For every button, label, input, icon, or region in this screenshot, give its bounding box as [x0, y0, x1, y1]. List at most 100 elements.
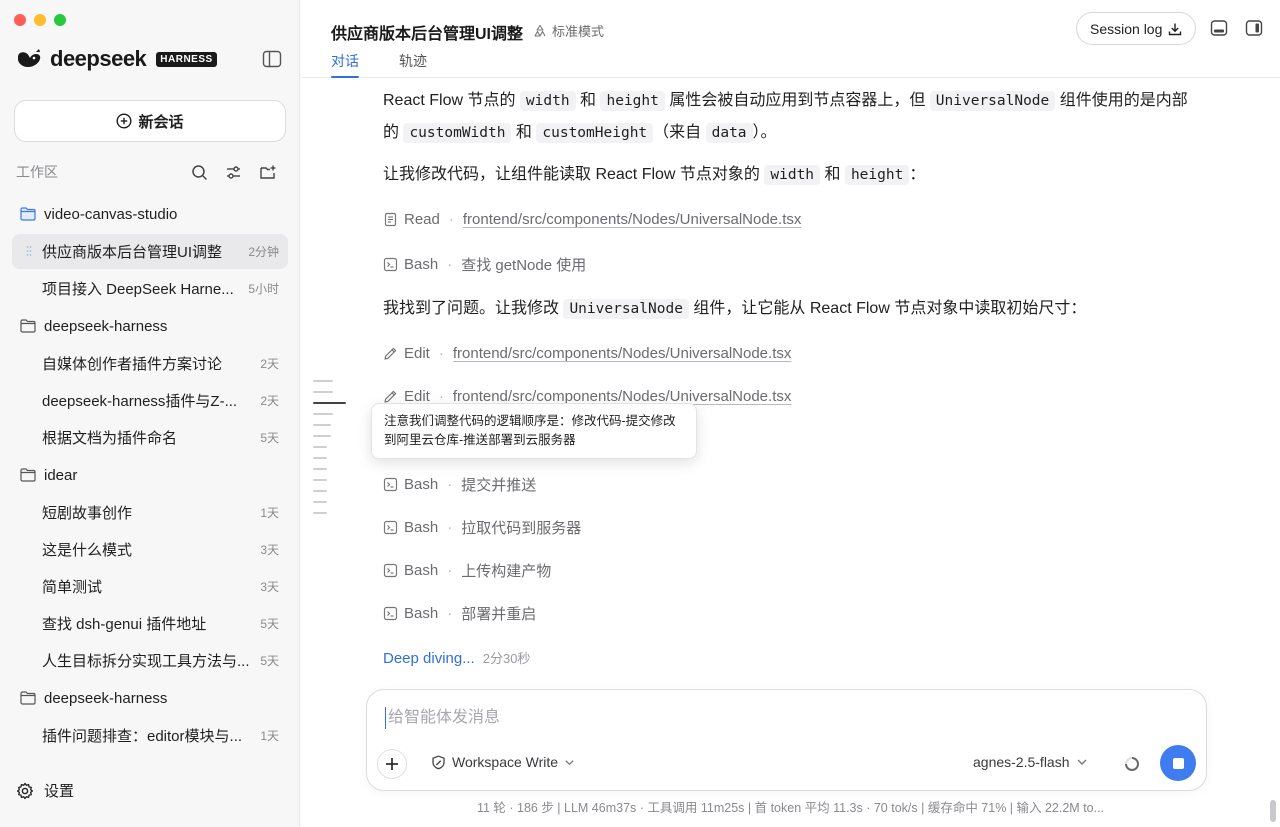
minimize-window-button[interactable] [34, 14, 46, 26]
workspace-folder[interactable]: video-canvas-studio [12, 196, 288, 232]
brand-tag: HARNESS [156, 51, 217, 67]
inline-code: UniversalNode [929, 91, 1056, 111]
tab-bar: 对话 轨迹 [331, 51, 427, 78]
folder-label: deepseek-harness [44, 317, 168, 335]
tool-call-row[interactable]: Bash · 拉取代码到服务器 [383, 517, 581, 538]
file-icon [384, 212, 397, 227]
plus-icon [386, 758, 398, 770]
session-item[interactable]: 短剧故事创作 1天 [12, 495, 288, 530]
status-deep-diving[interactable]: Deep diving... 2分30秒 [383, 648, 530, 667]
folder-open-icon [20, 207, 36, 221]
tool-call-row[interactable]: Bash · 提交并推送 [383, 474, 536, 495]
workspace-label: 工作区 [16, 164, 58, 180]
tab-conversation[interactable]: 对话 [331, 51, 359, 78]
tool-name: Edit [404, 345, 430, 362]
close-window-button[interactable] [14, 14, 26, 26]
tool-call-row[interactable]: Bash · 部署并重启 [383, 603, 536, 624]
zoom-window-button[interactable] [54, 14, 66, 26]
inline-code: UniversalNode [563, 299, 689, 319]
session-title: 简单测试 [42, 579, 103, 596]
session-item[interactable]: 人生目标拆分实现工具方法与... 5天 [12, 643, 288, 678]
session-item[interactable]: 插件问题排查：editor模块与... 1天 [12, 718, 288, 753]
terminal-icon [383, 257, 398, 272]
tool-call-row[interactable]: Read · frontend/src/components/Nodes/Unive… [383, 211, 801, 228]
workspace-folder[interactable]: deepseek-harness [12, 308, 288, 344]
plus-circle-icon [116, 113, 132, 129]
tooltip: 注意我们调整代码的逻辑顺序是：修改代码-提交修改到阿里云仓库-推送部署到云服务器 [371, 403, 697, 459]
text: React Flow 节点的 [383, 92, 520, 109]
inline-code: height [600, 91, 665, 111]
bottom-panel-toggle-icon[interactable] [1210, 19, 1228, 37]
brand-name: deepseek [50, 46, 147, 71]
model-select[interactable]: agnes-2.5-flash [973, 754, 1088, 770]
session-item[interactable]: 项目接入 DeepSeek Harne... 5小时 [12, 271, 288, 306]
tool-name: Bash [404, 476, 439, 493]
tool-call-row[interactable]: Bash · 查找 getNode 使用 [383, 254, 586, 275]
text: 和 [575, 92, 601, 109]
message-input[interactable]: 给智能体发消息 [385, 707, 500, 729]
session-time: 2分钟 [248, 245, 279, 259]
session-item[interactable]: 简单测试 3天 [12, 569, 288, 604]
mode-indicator[interactable]: 标准模式 [533, 21, 604, 40]
tool-call-row[interactable]: Bash · 上传构建产物 [383, 560, 551, 581]
folder-label: idear [44, 466, 78, 484]
new-chat-button[interactable]: 新会话 [14, 100, 286, 142]
workspace-tree: video-canvas-studio 供应商版本后台管理UI调整 2分钟 项目接入 … [12, 196, 288, 755]
tab-trace[interactable]: 轨迹 [399, 51, 427, 78]
session-log-button[interactable]: Session log [1076, 12, 1197, 45]
session-item[interactable]: 这是什么模式 3天 [12, 532, 288, 567]
session-title: 人生目标拆分实现工具方法与... [42, 653, 250, 670]
session-title: 项目接入 DeepSeek Harne... [42, 281, 234, 298]
session-title: 查找 dsh-genui 插件地址 [42, 616, 207, 633]
text: （来自 [653, 124, 706, 141]
session-log-label: Session log [1090, 20, 1163, 37]
folder-icon [20, 319, 36, 333]
conversation-minimap[interactable] [313, 380, 347, 523]
session-item[interactable]: 查找 dsh-genui 插件地址 5天 [12, 606, 288, 641]
folder-icon [20, 691, 36, 705]
tool-detail: 部署并重启 [461, 606, 537, 623]
chevron-down-icon [565, 759, 574, 765]
model-label: agnes-2.5-flash [973, 754, 1070, 770]
settings-button[interactable]: 设置 [16, 780, 74, 801]
workspace-folder[interactable]: idear [12, 457, 288, 493]
filter-button[interactable] [216, 162, 250, 182]
scrollbar[interactable] [1270, 800, 1276, 822]
text: 组件，让它能从 React Flow 节点对象中读取初始尺寸： [688, 300, 1087, 317]
session-item[interactable]: 根据文档为插件命名 5天 [12, 420, 288, 455]
right-panel-toggle-icon[interactable] [1245, 19, 1263, 37]
inline-code: data [705, 123, 753, 143]
text: ）。 [752, 124, 777, 141]
brand: deepseek HARNESS [16, 46, 217, 72]
text: 我找到了问题。让我修改 [383, 300, 564, 317]
file-path-link[interactable]: frontend/src/components/Nodes/UniversalN… [453, 345, 792, 362]
session-item[interactable]: 供应商版本后台管理UI调整 2分钟 [12, 234, 288, 269]
stop-button[interactable] [1160, 745, 1196, 781]
new-folder-button[interactable] [250, 162, 284, 182]
sidebar-toggle-icon[interactable] [262, 50, 282, 68]
pencil-icon [384, 390, 397, 403]
file-path-link[interactable]: frontend/src/components/Nodes/UniversalN… [463, 211, 802, 228]
folder-icon [20, 468, 36, 482]
session-time: 3天 [260, 543, 279, 557]
drag-handle-icon[interactable] [26, 245, 32, 257]
inline-code: width [519, 91, 576, 111]
folder-label: video-canvas-studio [44, 205, 178, 223]
message-composer: 给智能体发消息 Workspace Write agnes-2.5-flash [366, 689, 1207, 791]
window-controls [14, 14, 66, 26]
session-item[interactable]: 自媒体创作者插件方案讨论 2天 [12, 346, 288, 381]
chevron-down-icon [1077, 759, 1087, 765]
recycle-icon [534, 24, 546, 37]
workspace-folder[interactable]: deepseek-harness [12, 680, 288, 716]
session-title: deepseek-harness插件与Z-... [42, 393, 238, 410]
tool-call-row[interactable]: Edit · frontend/src/components/Nodes/Unive… [383, 345, 791, 362]
app-window: deepseek HARNESS 新会话 工作区 video-canvas-st… [0, 0, 1280, 827]
separator-dot: · [438, 345, 444, 362]
session-title: 短剧故事创作 [42, 505, 133, 522]
session-item[interactable]: deepseek-harness插件与Z-... 2天 [12, 383, 288, 418]
session-time: 1天 [260, 506, 279, 520]
workspace-mode-select[interactable]: Workspace Write [431, 754, 575, 770]
tool-name: Bash [404, 562, 439, 579]
attach-button[interactable] [377, 749, 407, 779]
search-button[interactable] [182, 162, 216, 182]
